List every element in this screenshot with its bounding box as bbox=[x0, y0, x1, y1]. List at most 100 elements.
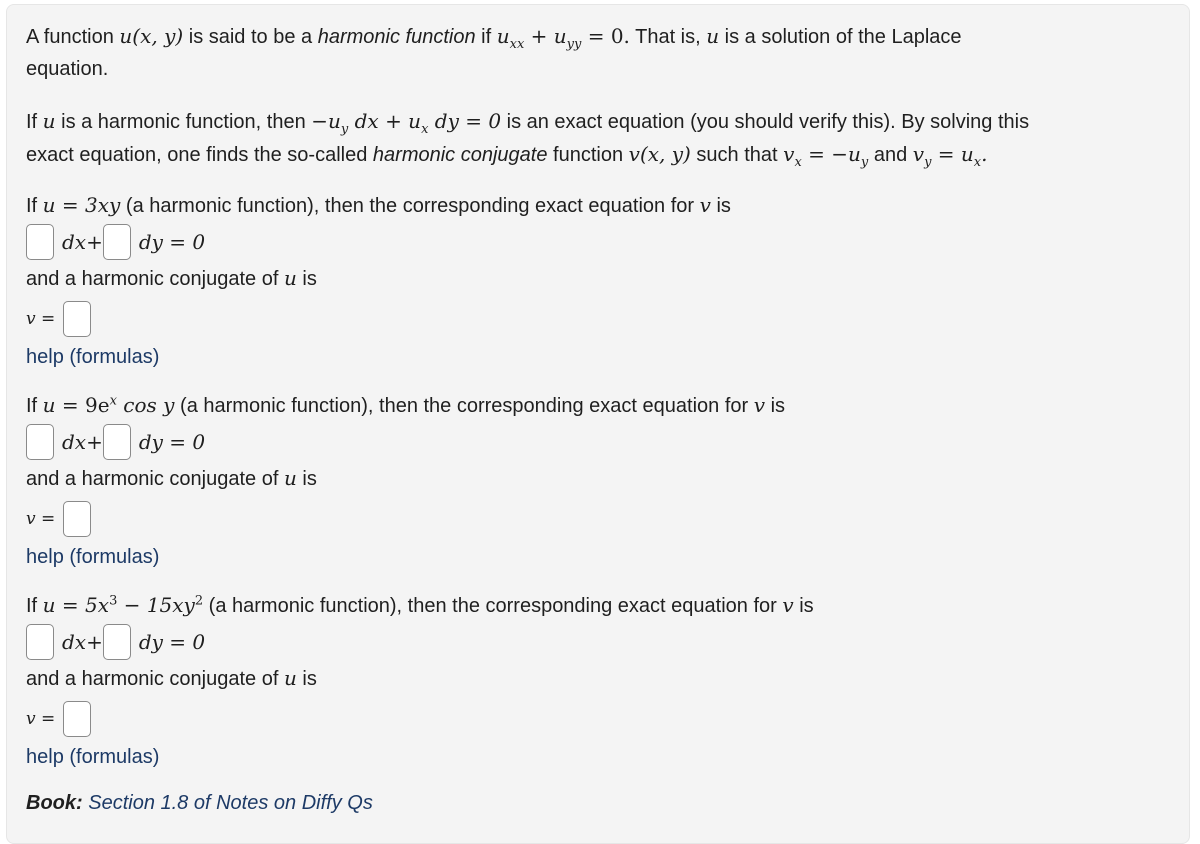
text: is a harmonic function, then bbox=[55, 111, 312, 133]
math-u: u bbox=[42, 193, 56, 217]
math-sub: xx bbox=[509, 37, 525, 52]
text: That is, bbox=[629, 26, 707, 48]
math-equals: = bbox=[55, 393, 86, 417]
math-dx-plus-u: dx + u bbox=[348, 109, 422, 133]
math-u: u bbox=[706, 24, 720, 48]
problem-1-statement: If u = 3xy (a harmonic function), then t… bbox=[26, 189, 1169, 222]
dy-coefficient-input[interactable] bbox=[102, 224, 131, 260]
math-u-of-xy: u(x, y) bbox=[119, 24, 184, 48]
dy-coefficient-input[interactable] bbox=[102, 624, 131, 660]
text: is bbox=[296, 468, 317, 490]
text: such that bbox=[690, 144, 784, 166]
math-5x: 5x bbox=[85, 593, 110, 617]
text: and bbox=[868, 144, 913, 166]
help-formulas-link[interactable]: help (formulas) bbox=[26, 546, 159, 568]
math-dy-equals-zero: dy = 0 bbox=[138, 430, 206, 454]
math-exact-equation: −uy dx + ux dy = 0 bbox=[311, 109, 502, 136]
math-v: v bbox=[912, 142, 925, 166]
dx-coefficient-input[interactable] bbox=[26, 424, 54, 460]
math-9e: 9e bbox=[85, 393, 110, 417]
math-v: v bbox=[699, 193, 711, 217]
v-input[interactable] bbox=[63, 301, 92, 337]
math-period: . bbox=[981, 142, 988, 166]
problem-1: If u = 3xy (a harmonic function), then t… bbox=[26, 189, 1169, 373]
text: exact equation, one finds the so-called bbox=[26, 144, 373, 166]
math-v-equals: v = bbox=[26, 309, 56, 329]
math-vx-eq: vx = −uy bbox=[783, 142, 868, 169]
math-dy-equals-zero: dy = 0 bbox=[138, 630, 206, 654]
math-dy-equals-zero: dy = 0 bbox=[138, 230, 206, 254]
term-harmonic-function: harmonic function bbox=[317, 26, 476, 48]
math-sup: x bbox=[109, 393, 117, 409]
math-v-equals: v = bbox=[26, 709, 56, 729]
text: is bbox=[765, 395, 786, 417]
dx-coefficient-input[interactable] bbox=[26, 624, 54, 660]
problem-1-exact-equation: dx+ dy = 0 bbox=[26, 222, 1169, 262]
text: If bbox=[26, 111, 43, 133]
text: (a harmonic function), then the correspo… bbox=[203, 595, 783, 617]
math-sub: x bbox=[794, 155, 802, 170]
math-function: 5x3 − 15xy2 bbox=[85, 593, 203, 617]
term-harmonic-conjugate: harmonic conjugate bbox=[372, 144, 548, 166]
math-neg-u: −u bbox=[311, 109, 341, 133]
problem-3-statement: If u = 5x3 − 15xy2 (a harmonic function)… bbox=[26, 589, 1169, 622]
problem-1-v-answer: v = bbox=[26, 299, 1169, 339]
math-u: u bbox=[283, 266, 297, 290]
problem-3-v-answer: v = bbox=[26, 699, 1169, 739]
v-input[interactable] bbox=[63, 501, 92, 537]
problem-2-v-answer: v = bbox=[26, 499, 1169, 539]
math-v-equals: v = bbox=[26, 509, 56, 529]
text: equation. bbox=[26, 58, 109, 80]
math-function: 9ex cos y bbox=[85, 393, 174, 417]
text: is bbox=[710, 195, 731, 217]
math-v: v bbox=[783, 142, 795, 166]
math-u: u bbox=[42, 593, 56, 617]
text: is said to be a bbox=[183, 26, 318, 48]
help-formulas-link[interactable]: help (formulas) bbox=[26, 346, 159, 368]
math-equals-zero: = 0. bbox=[581, 24, 630, 48]
text: and a harmonic conjugate of bbox=[26, 668, 284, 690]
book-label: Book: bbox=[26, 792, 83, 814]
dx-coefficient-input[interactable] bbox=[26, 224, 54, 260]
text: and a harmonic conjugate of bbox=[26, 468, 284, 490]
problem-3-exact-equation: dx+ dy = 0 bbox=[26, 622, 1169, 662]
dy-coefficient-input[interactable] bbox=[102, 424, 131, 460]
math-dy-equals-zero: dy = 0 bbox=[428, 109, 502, 133]
math-dx-plus: dx+ bbox=[62, 230, 103, 254]
text: A function bbox=[26, 26, 120, 48]
intro-paragraph-2: If u is a harmonic function, then −uy dx… bbox=[26, 105, 1169, 171]
v-input[interactable] bbox=[63, 701, 92, 737]
math-u: u bbox=[42, 109, 56, 133]
text: is a solution of the Laplace bbox=[719, 26, 962, 48]
text: (a harmonic function), then the correspo… bbox=[120, 195, 700, 217]
math-sup: 2 bbox=[194, 593, 204, 609]
problem-2-conjugate-label: and a harmonic conjugate of u is bbox=[26, 462, 1169, 495]
book-section-link[interactable]: Section 1.8 of Notes on Diffy Qs bbox=[88, 792, 373, 814]
text: is bbox=[296, 668, 317, 690]
math-plus-u: + u bbox=[524, 24, 567, 48]
help-formulas-link[interactable]: help (formulas) bbox=[26, 746, 159, 768]
math-v: v bbox=[753, 393, 766, 417]
math-function: 3xy bbox=[85, 193, 121, 217]
math-u: u bbox=[283, 666, 297, 690]
math-u: u bbox=[496, 24, 510, 48]
math-u: u bbox=[42, 393, 56, 417]
problem-1-conjugate-label: and a harmonic conjugate of u is bbox=[26, 262, 1169, 295]
math-equals: = bbox=[55, 193, 86, 217]
math-u: u bbox=[283, 466, 297, 490]
intro-paragraph-1: A function u(x, y) is said to be a harmo… bbox=[26, 20, 1169, 85]
math-v-of-xy: v(x, y) bbox=[628, 142, 691, 166]
text: If bbox=[26, 195, 43, 217]
text: is an exact equation (you should verify … bbox=[501, 111, 1030, 133]
math-cos-y: cos y bbox=[116, 393, 175, 417]
book-reference: Book: Section 1.8 of Notes on Diffy Qs bbox=[26, 787, 1169, 819]
text: If bbox=[26, 395, 43, 417]
math-sub: yy bbox=[566, 37, 582, 52]
text: if bbox=[475, 26, 497, 48]
text: and a harmonic conjugate of bbox=[26, 268, 284, 290]
text: (a harmonic function), then the correspo… bbox=[174, 395, 754, 417]
problem-3-conjugate-label: and a harmonic conjugate of u is bbox=[26, 662, 1169, 695]
text: If bbox=[26, 595, 43, 617]
math-eq-u: = u bbox=[931, 142, 974, 166]
text: is bbox=[296, 268, 317, 290]
